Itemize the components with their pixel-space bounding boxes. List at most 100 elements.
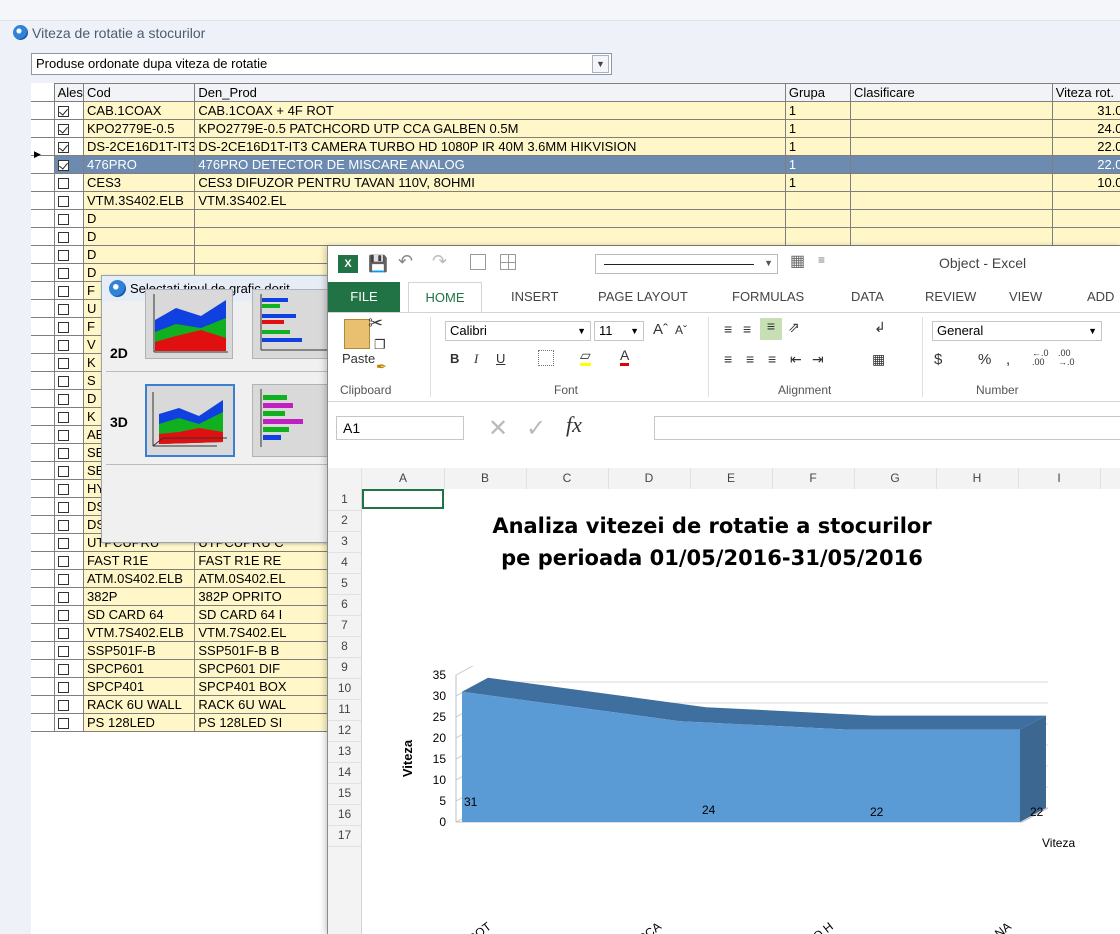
- increase-indent-icon[interactable]: ⇥: [812, 351, 824, 368]
- align-center-icon[interactable]: ≡: [746, 351, 754, 367]
- select-checkbox[interactable]: [57, 556, 69, 568]
- select-checkbox[interactable]: [57, 628, 69, 640]
- cod-cell[interactable]: SPCP401: [83, 677, 196, 696]
- select-checkbox[interactable]: [57, 610, 69, 622]
- select-checkbox[interactable]: [57, 214, 69, 226]
- confirm-entry-icon[interactable]: ✓: [526, 414, 546, 443]
- table-row[interactable]: VTM.3S402.ELB VTM.3S402.EL: [31, 191, 1120, 210]
- select-checkbox[interactable]: [57, 268, 69, 280]
- select-checkbox[interactable]: [57, 520, 69, 532]
- select-checkbox-cell[interactable]: [53, 263, 85, 282]
- column-header[interactable]: H: [936, 468, 1019, 489]
- select-checkbox[interactable]: [57, 124, 69, 136]
- tab-page-layout[interactable]: PAGE LAYOUT: [598, 282, 688, 312]
- den-prod-cell[interactable]: KPO2779E-0.5 PATCHCORD UTP CCA GALBEN 0.…: [194, 119, 786, 138]
- select-checkbox[interactable]: [57, 664, 69, 676]
- name-box[interactable]: A1: [336, 416, 464, 440]
- cod-cell[interactable]: FAST R1E: [83, 551, 196, 570]
- row-indicator[interactable]: [31, 623, 55, 642]
- row-indicator[interactable]: [31, 119, 55, 138]
- row-indicator[interactable]: [31, 479, 55, 498]
- den-prod-cell[interactable]: VTM.3S402.EL: [194, 191, 786, 210]
- merge-center-icon[interactable]: ▦: [872, 351, 885, 368]
- decrease-decimal-icon[interactable]: .00 →.0: [1058, 349, 1075, 367]
- row-indicator[interactable]: [31, 425, 55, 444]
- row-header[interactable]: 7: [328, 615, 361, 637]
- tab-view[interactable]: VIEW: [1009, 282, 1042, 312]
- tab-insert[interactable]: INSERT: [511, 282, 558, 312]
- select-checkbox-cell[interactable]: [53, 659, 85, 678]
- column-header[interactable]: G: [854, 468, 937, 489]
- currency-icon[interactable]: $: [934, 351, 942, 368]
- viteza-rot-cell[interactable]: 24.000: [1051, 119, 1120, 138]
- underline-icon[interactable]: U: [496, 351, 505, 366]
- row-header[interactable]: 10: [328, 678, 361, 700]
- clasificare-cell[interactable]: [849, 101, 1053, 120]
- select-checkbox[interactable]: [57, 196, 69, 208]
- select-checkbox-cell[interactable]: [53, 155, 85, 174]
- grupa-cell[interactable]: 1: [784, 119, 851, 138]
- clasificare-cell[interactable]: [849, 173, 1053, 192]
- paste-button[interactable]: Paste: [342, 351, 375, 366]
- align-right-icon[interactable]: ≡: [768, 351, 776, 367]
- select-checkbox-cell[interactable]: [53, 605, 85, 624]
- select-checkbox-cell[interactable]: [53, 515, 85, 534]
- chevron-down-icon[interactable]: ▼: [592, 55, 609, 73]
- clasificare-cell[interactable]: [849, 209, 1053, 228]
- align-bottom-icon[interactable]: ≡: [760, 318, 782, 340]
- copy-icon[interactable]: ❐: [374, 337, 386, 353]
- row-indicator[interactable]: [31, 371, 55, 390]
- grupa-cell[interactable]: 1: [784, 155, 851, 174]
- orientation-icon[interactable]: ⇗: [788, 319, 800, 336]
- select-checkbox-cell[interactable]: [53, 479, 85, 498]
- col-header-clasificare[interactable]: Clasificare: [849, 83, 1053, 102]
- select-checkbox[interactable]: [57, 286, 69, 298]
- select-checkbox[interactable]: [57, 340, 69, 352]
- row-indicator[interactable]: [31, 497, 55, 516]
- grupa-cell[interactable]: 1: [784, 101, 851, 120]
- comma-style-icon[interactable]: ,: [1006, 351, 1010, 368]
- den-prod-cell[interactable]: CAB.1COAX + 4F ROT: [194, 101, 786, 120]
- bold-icon[interactable]: B: [450, 351, 459, 366]
- align-middle-icon[interactable]: ≡: [743, 321, 751, 337]
- select-checkbox-cell[interactable]: [53, 137, 85, 156]
- select-checkbox[interactable]: [57, 160, 69, 172]
- table-row[interactable]: D: [31, 227, 1120, 246]
- cod-cell[interactable]: D: [83, 209, 196, 228]
- row-header[interactable]: 11: [328, 699, 361, 721]
- select-checkbox[interactable]: [57, 358, 69, 370]
- column-header[interactable]: B: [444, 468, 527, 489]
- row-indicator[interactable]: [31, 587, 55, 606]
- select-checkbox[interactable]: [57, 322, 69, 334]
- borders-icon[interactable]: [470, 254, 486, 270]
- select-checkbox[interactable]: [57, 394, 69, 406]
- viteza-rot-cell[interactable]: 31.000: [1051, 101, 1120, 120]
- row-indicator[interactable]: [31, 245, 55, 264]
- increase-font-icon[interactable]: Aˆ: [653, 321, 668, 338]
- cod-cell[interactable]: CES3: [83, 173, 196, 192]
- select-checkbox-cell[interactable]: [53, 497, 85, 516]
- cut-icon[interactable]: ✂: [368, 313, 383, 334]
- row-indicator[interactable]: [31, 443, 55, 462]
- row-indicator[interactable]: [31, 713, 55, 732]
- cod-cell[interactable]: KPO2779E-0.5: [83, 119, 196, 138]
- grupa-cell[interactable]: [784, 191, 851, 210]
- grupa-cell[interactable]: 1: [784, 173, 851, 192]
- number-format-select[interactable]: General ▼: [932, 321, 1102, 341]
- row-indicator[interactable]: [31, 461, 55, 480]
- row-indicator[interactable]: [31, 569, 55, 588]
- redo-icon[interactable]: ↷: [432, 251, 447, 272]
- row-indicator[interactable]: [31, 353, 55, 372]
- select-checkbox-cell[interactable]: [53, 713, 85, 732]
- font-name-select[interactable]: Calibri ▼: [445, 321, 591, 341]
- save-icon[interactable]: 💾: [368, 254, 388, 274]
- chart-type-2d-area-button[interactable]: [145, 289, 233, 359]
- column-header[interactable]: E: [690, 468, 773, 489]
- cod-cell[interactable]: DS-2CE16D1T-IT3: [83, 137, 196, 156]
- row-indicator[interactable]: [31, 101, 55, 120]
- table-row[interactable]: 476PRO 476PRO DETECTOR DE MISCARE ANALOG 1…: [31, 155, 1120, 174]
- percent-icon[interactable]: %: [978, 351, 991, 368]
- tab-add-ins[interactable]: ADD: [1087, 282, 1114, 312]
- row-indicator[interactable]: [31, 551, 55, 570]
- row-header[interactable]: 3: [328, 531, 361, 553]
